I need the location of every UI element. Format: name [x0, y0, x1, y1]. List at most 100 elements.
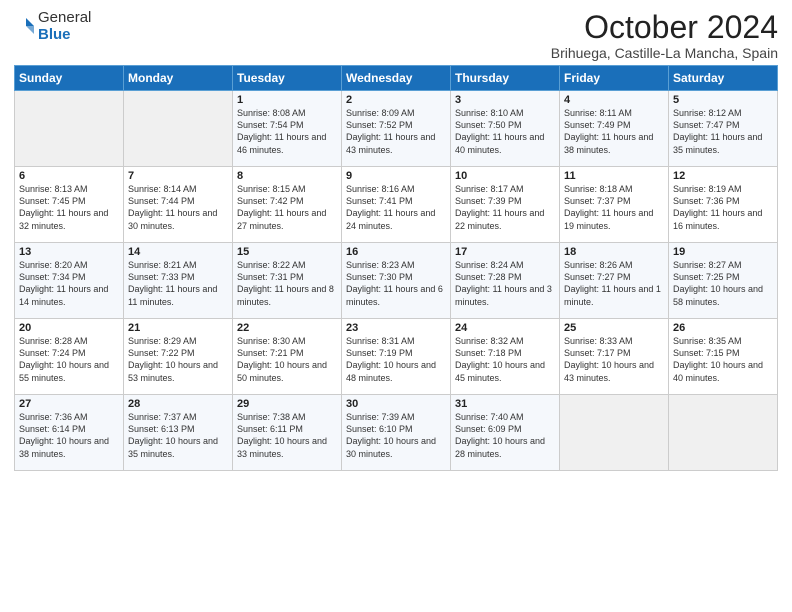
- calendar-cell: 26Sunrise: 8:35 AM Sunset: 7:15 PM Dayli…: [669, 319, 778, 395]
- day-number: 20: [19, 322, 119, 334]
- day-number: 23: [346, 322, 446, 334]
- calendar-cell: 13Sunrise: 8:20 AM Sunset: 7:34 PM Dayli…: [15, 243, 124, 319]
- calendar-week-0: 1Sunrise: 8:08 AM Sunset: 7:54 PM Daylig…: [15, 91, 778, 167]
- header-row: SundayMondayTuesdayWednesdayThursdayFrid…: [15, 66, 778, 91]
- calendar-body: 1Sunrise: 8:08 AM Sunset: 7:54 PM Daylig…: [15, 91, 778, 471]
- cell-info: Sunrise: 8:13 AM Sunset: 7:45 PM Dayligh…: [19, 183, 119, 232]
- month-title: October 2024: [551, 10, 778, 45]
- cell-info: Sunrise: 8:23 AM Sunset: 7:30 PM Dayligh…: [346, 259, 446, 308]
- calendar-cell: 30Sunrise: 7:39 AM Sunset: 6:10 PM Dayli…: [342, 395, 451, 471]
- cell-info: Sunrise: 8:35 AM Sunset: 7:15 PM Dayligh…: [673, 335, 773, 384]
- day-number: 8: [237, 170, 337, 182]
- cell-info: Sunrise: 8:30 AM Sunset: 7:21 PM Dayligh…: [237, 335, 337, 384]
- day-number: 6: [19, 170, 119, 182]
- day-number: 12: [673, 170, 773, 182]
- day-number: 7: [128, 170, 228, 182]
- cell-info: Sunrise: 8:17 AM Sunset: 7:39 PM Dayligh…: [455, 183, 555, 232]
- cell-info: Sunrise: 7:37 AM Sunset: 6:13 PM Dayligh…: [128, 411, 228, 460]
- day-number: 21: [128, 322, 228, 334]
- cell-info: Sunrise: 8:26 AM Sunset: 7:27 PM Dayligh…: [564, 259, 664, 308]
- calendar-cell: 21Sunrise: 8:29 AM Sunset: 7:22 PM Dayli…: [124, 319, 233, 395]
- day-number: 9: [346, 170, 446, 182]
- cell-info: Sunrise: 8:19 AM Sunset: 7:36 PM Dayligh…: [673, 183, 773, 232]
- calendar-cell: 17Sunrise: 8:24 AM Sunset: 7:28 PM Dayli…: [451, 243, 560, 319]
- day-number: 1: [237, 94, 337, 106]
- logo-general: General: [38, 10, 91, 27]
- cell-info: Sunrise: 8:09 AM Sunset: 7:52 PM Dayligh…: [346, 107, 446, 156]
- logo: General Blue: [14, 10, 91, 43]
- day-number: 18: [564, 246, 664, 258]
- calendar-cell: 9Sunrise: 8:16 AM Sunset: 7:41 PM Daylig…: [342, 167, 451, 243]
- header: General Blue October 2024 Brihuega, Cast…: [14, 10, 778, 61]
- location: Brihuega, Castille-La Mancha, Spain: [551, 45, 778, 61]
- day-number: 25: [564, 322, 664, 334]
- day-number: 15: [237, 246, 337, 258]
- cell-info: Sunrise: 8:21 AM Sunset: 7:33 PM Dayligh…: [128, 259, 228, 308]
- calendar-cell: 8Sunrise: 8:15 AM Sunset: 7:42 PM Daylig…: [233, 167, 342, 243]
- calendar-cell: 23Sunrise: 8:31 AM Sunset: 7:19 PM Dayli…: [342, 319, 451, 395]
- day-number: 24: [455, 322, 555, 334]
- calendar-cell: 11Sunrise: 8:18 AM Sunset: 7:37 PM Dayli…: [560, 167, 669, 243]
- calendar-cell: 2Sunrise: 8:09 AM Sunset: 7:52 PM Daylig…: [342, 91, 451, 167]
- day-number: 2: [346, 94, 446, 106]
- calendar-cell: 31Sunrise: 7:40 AM Sunset: 6:09 PM Dayli…: [451, 395, 560, 471]
- cell-info: Sunrise: 8:31 AM Sunset: 7:19 PM Dayligh…: [346, 335, 446, 384]
- calendar-cell: 27Sunrise: 7:36 AM Sunset: 6:14 PM Dayli…: [15, 395, 124, 471]
- calendar-cell: 28Sunrise: 7:37 AM Sunset: 6:13 PM Dayli…: [124, 395, 233, 471]
- calendar-cell: 12Sunrise: 8:19 AM Sunset: 7:36 PM Dayli…: [669, 167, 778, 243]
- calendar-cell: 25Sunrise: 8:33 AM Sunset: 7:17 PM Dayli…: [560, 319, 669, 395]
- title-block: October 2024 Brihuega, Castille-La Manch…: [551, 10, 778, 61]
- calendar-week-2: 13Sunrise: 8:20 AM Sunset: 7:34 PM Dayli…: [15, 243, 778, 319]
- calendar-cell: 15Sunrise: 8:22 AM Sunset: 7:31 PM Dayli…: [233, 243, 342, 319]
- day-number: 22: [237, 322, 337, 334]
- cell-info: Sunrise: 8:22 AM Sunset: 7:31 PM Dayligh…: [237, 259, 337, 308]
- cell-info: Sunrise: 7:38 AM Sunset: 6:11 PM Dayligh…: [237, 411, 337, 460]
- calendar-cell: 19Sunrise: 8:27 AM Sunset: 7:25 PM Dayli…: [669, 243, 778, 319]
- cell-info: Sunrise: 8:11 AM Sunset: 7:49 PM Dayligh…: [564, 107, 664, 156]
- logo-blue: Blue: [38, 27, 91, 44]
- day-header-monday: Monday: [124, 66, 233, 91]
- calendar-header: SundayMondayTuesdayWednesdayThursdayFrid…: [15, 66, 778, 91]
- calendar-cell: 10Sunrise: 8:17 AM Sunset: 7:39 PM Dayli…: [451, 167, 560, 243]
- cell-info: Sunrise: 8:14 AM Sunset: 7:44 PM Dayligh…: [128, 183, 228, 232]
- day-number: 26: [673, 322, 773, 334]
- day-number: 28: [128, 398, 228, 410]
- day-number: 17: [455, 246, 555, 258]
- calendar-cell: 3Sunrise: 8:10 AM Sunset: 7:50 PM Daylig…: [451, 91, 560, 167]
- calendar-cell: 20Sunrise: 8:28 AM Sunset: 7:24 PM Dayli…: [15, 319, 124, 395]
- calendar-week-1: 6Sunrise: 8:13 AM Sunset: 7:45 PM Daylig…: [15, 167, 778, 243]
- calendar-cell: 7Sunrise: 8:14 AM Sunset: 7:44 PM Daylig…: [124, 167, 233, 243]
- day-number: 30: [346, 398, 446, 410]
- calendar-cell: 4Sunrise: 8:11 AM Sunset: 7:49 PM Daylig…: [560, 91, 669, 167]
- day-number: 13: [19, 246, 119, 258]
- day-header-thursday: Thursday: [451, 66, 560, 91]
- cell-info: Sunrise: 8:16 AM Sunset: 7:41 PM Dayligh…: [346, 183, 446, 232]
- day-number: 11: [564, 170, 664, 182]
- cell-info: Sunrise: 8:18 AM Sunset: 7:37 PM Dayligh…: [564, 183, 664, 232]
- cell-info: Sunrise: 8:24 AM Sunset: 7:28 PM Dayligh…: [455, 259, 555, 308]
- calendar-table: SundayMondayTuesdayWednesdayThursdayFrid…: [14, 65, 778, 471]
- calendar-cell: 29Sunrise: 7:38 AM Sunset: 6:11 PM Dayli…: [233, 395, 342, 471]
- day-number: 19: [673, 246, 773, 258]
- calendar-week-3: 20Sunrise: 8:28 AM Sunset: 7:24 PM Dayli…: [15, 319, 778, 395]
- logo-icon: [14, 16, 36, 38]
- cell-info: Sunrise: 8:32 AM Sunset: 7:18 PM Dayligh…: [455, 335, 555, 384]
- day-header-wednesday: Wednesday: [342, 66, 451, 91]
- calendar-cell: 16Sunrise: 8:23 AM Sunset: 7:30 PM Dayli…: [342, 243, 451, 319]
- cell-info: Sunrise: 8:12 AM Sunset: 7:47 PM Dayligh…: [673, 107, 773, 156]
- day-number: 29: [237, 398, 337, 410]
- day-number: 10: [455, 170, 555, 182]
- calendar-cell: 24Sunrise: 8:32 AM Sunset: 7:18 PM Dayli…: [451, 319, 560, 395]
- calendar-cell: 14Sunrise: 8:21 AM Sunset: 7:33 PM Dayli…: [124, 243, 233, 319]
- logo-text: General Blue: [38, 10, 91, 43]
- calendar-cell: 6Sunrise: 8:13 AM Sunset: 7:45 PM Daylig…: [15, 167, 124, 243]
- cell-info: Sunrise: 8:27 AM Sunset: 7:25 PM Dayligh…: [673, 259, 773, 308]
- day-number: 4: [564, 94, 664, 106]
- calendar-cell: 1Sunrise: 8:08 AM Sunset: 7:54 PM Daylig…: [233, 91, 342, 167]
- calendar-cell: 22Sunrise: 8:30 AM Sunset: 7:21 PM Dayli…: [233, 319, 342, 395]
- calendar-cell: 5Sunrise: 8:12 AM Sunset: 7:47 PM Daylig…: [669, 91, 778, 167]
- cell-info: Sunrise: 7:40 AM Sunset: 6:09 PM Dayligh…: [455, 411, 555, 460]
- cell-info: Sunrise: 8:08 AM Sunset: 7:54 PM Dayligh…: [237, 107, 337, 156]
- calendar-cell: [15, 91, 124, 167]
- day-header-friday: Friday: [560, 66, 669, 91]
